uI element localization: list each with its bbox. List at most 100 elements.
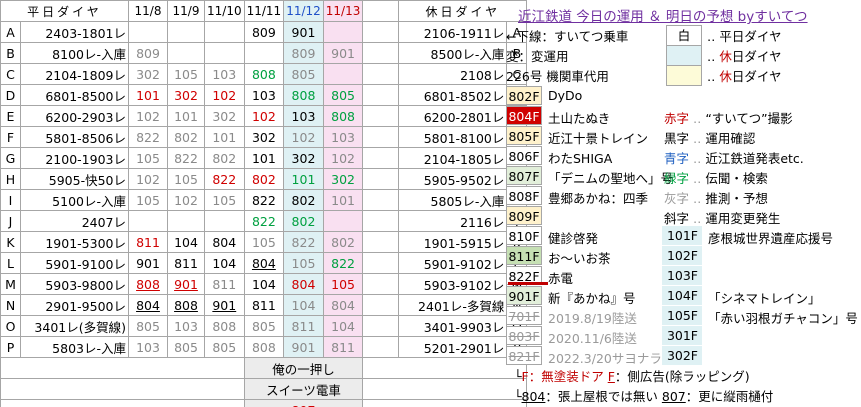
swatch-yellow	[666, 65, 702, 86]
spacer	[362, 42, 400, 64]
weekday-operation: 6200-2903レ	[20, 105, 129, 127]
legend-holiday-text: 日ダイヤ	[731, 49, 782, 64]
holiday-operation: 5905-9502レ	[398, 168, 508, 190]
date-header: 11/9	[167, 0, 205, 22]
unit-cell: 811	[283, 315, 324, 337]
unit-cell: 809	[243, 21, 285, 43]
car-number: 807F	[506, 166, 542, 185]
holiday-operation: 6200-2801レ	[398, 105, 508, 127]
car-number: 901F	[506, 286, 542, 305]
weekday-operation: 5803レ-入庫	[20, 336, 129, 358]
car-number: 103F	[662, 266, 702, 285]
car-number: 104F	[662, 286, 702, 305]
unit-cell: 103	[243, 84, 285, 106]
swatch-white-label: 白	[677, 28, 691, 43]
spacer	[362, 105, 400, 127]
note-gutter-num: 807	[661, 389, 686, 404]
holiday-operation: 2116レ	[398, 210, 508, 232]
unit-cell: 802	[243, 168, 285, 190]
unit-cell: 103	[128, 336, 168, 358]
car-number: 802F	[506, 86, 542, 105]
unit-cell: 102	[167, 189, 205, 211]
unit-cell: 105	[204, 189, 245, 211]
unit-cell: 104	[283, 294, 324, 316]
unit-cell: 302	[322, 168, 364, 190]
unit-cell: 901	[204, 294, 245, 316]
row-label: H	[0, 168, 21, 190]
date-header: 11/11	[243, 0, 285, 22]
car-number: 102F	[662, 246, 702, 265]
unit-cell: 104	[167, 231, 205, 253]
car-name: 健診啓発	[548, 231, 599, 246]
unit-cell: 808	[283, 84, 324, 106]
holiday-operation: 1901-5915レ	[398, 231, 508, 253]
holiday-operation: 2108レ	[398, 63, 508, 85]
car-number: 806F	[506, 146, 542, 165]
unit-cell: 104	[322, 315, 364, 337]
holiday-operation: 5901-9102レ	[398, 252, 508, 274]
unit-cell: 302	[243, 126, 285, 148]
schedule-table: 平日ダイヤ 11/8 11/9 11/10 11/11 11/12 11/13 …	[0, 0, 528, 407]
unit-cell: 901	[128, 252, 168, 274]
date-header: 11/10	[204, 0, 245, 22]
color-legend-item: 緑字 ‥ 伝聞・検索	[664, 168, 768, 187]
unit-cell: 811	[128, 231, 168, 253]
unit-cell: 805	[283, 63, 324, 85]
spacer	[0, 399, 245, 407]
color-key: 黒字	[664, 131, 690, 146]
unit-cell: 804	[243, 252, 285, 274]
holiday-operation: 5805レ-入庫	[398, 189, 508, 211]
color-legend-item: 青字 ‥ 近江鉄道発表etc.	[664, 148, 804, 167]
legend-holiday-red: 休	[719, 69, 732, 84]
car-name: お～いお茶	[548, 251, 611, 266]
holiday-operation: 6801-8502レ	[398, 84, 508, 106]
weekday-operation: 2100-1903レ	[20, 147, 129, 169]
car-name: 「シネマトレイン」	[708, 291, 821, 306]
spacer	[362, 126, 400, 148]
spacer	[362, 84, 400, 106]
legend-weekday-text: 平日ダイヤ	[719, 29, 782, 44]
legend-weekday: ‥ 平日ダイヤ	[707, 29, 782, 44]
legend-change: 変：変運用	[506, 49, 569, 64]
weekday-operation: 8100レ-入庫	[20, 42, 129, 64]
note-ad-mark: F	[607, 369, 615, 384]
color-legend-item: 灰字 ‥ 推測・予想	[664, 188, 768, 207]
table-row: C 2104-1809レ 302 105 103 808 805 2108レ C	[0, 63, 528, 85]
unit-cell	[167, 210, 205, 232]
car-number: 101F	[662, 226, 702, 245]
table-row: F5801-8506レ8228021013021021035801-8100レF	[0, 126, 528, 148]
date-header-today: 11/12	[283, 0, 324, 22]
weekday-operation: 2901-9500レ	[20, 294, 129, 316]
car-number: 811F	[506, 246, 542, 265]
unit-cell: 804	[204, 231, 245, 253]
unit-cell: 102	[243, 105, 285, 127]
row-label: A	[0, 21, 21, 43]
weekday-operation: 1901-5300レ	[20, 231, 129, 253]
note-bracket: └	[514, 369, 522, 384]
unit-cell: 809	[128, 42, 168, 64]
spacer	[362, 294, 400, 316]
unit-cell	[322, 210, 364, 232]
unit-cell: 105	[283, 252, 324, 274]
sweets-value: 807	[243, 399, 364, 407]
row-label: K	[0, 231, 21, 253]
car-name: 2020.11/6陸送	[548, 331, 637, 346]
color-legend-item: 赤字 ‥ “すいてつ”撮影	[664, 108, 793, 127]
unit-cell: 302	[167, 84, 205, 106]
holiday-operation: 5801-8100レ	[398, 126, 508, 148]
unit-cell: 103	[322, 126, 364, 148]
unit-cell: 822	[167, 147, 205, 169]
holiday-operation: 2104-1805レ	[398, 147, 508, 169]
color-key: 赤字	[664, 111, 690, 126]
color-key: 灰字	[664, 191, 690, 206]
unit-cell: 302	[128, 63, 168, 85]
unit-cell: 804	[128, 294, 168, 316]
page-title[interactable]: 近江鉄道 今日の運用 ＆ 明日の予想 byすいてつ	[518, 5, 808, 25]
legend-dots: ‥	[689, 151, 706, 166]
spacer	[362, 21, 400, 43]
unit-cell	[243, 42, 285, 64]
unit-cell: 101	[167, 105, 205, 127]
unit-cell: 101	[204, 126, 245, 148]
color-desc: 推測・予想	[705, 191, 768, 206]
color-desc: 伝聞・検索	[705, 171, 768, 186]
